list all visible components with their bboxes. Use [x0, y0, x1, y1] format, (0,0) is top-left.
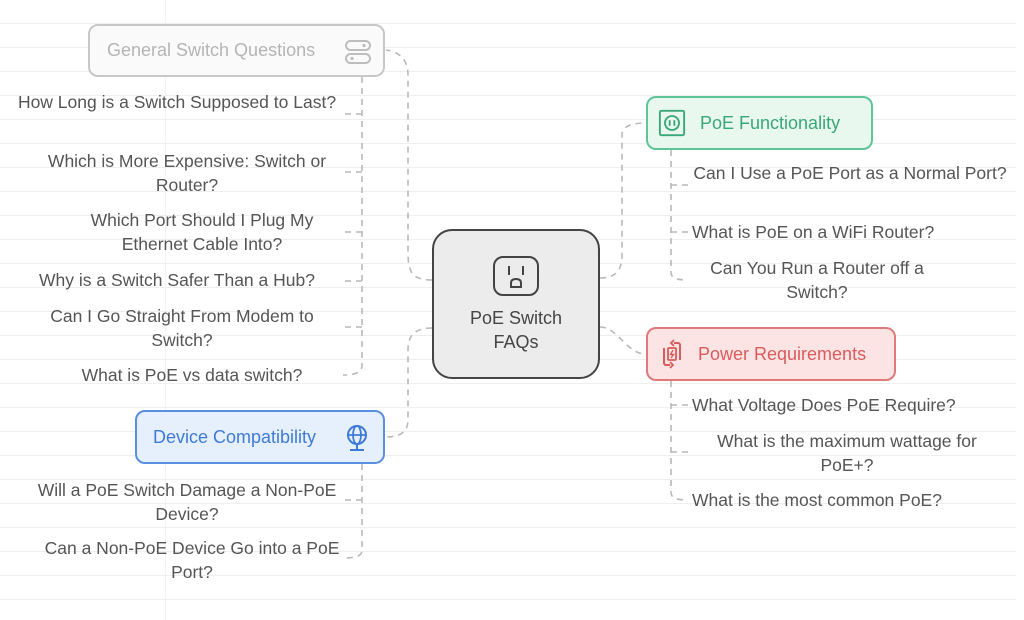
- toggle-switches-icon: [344, 38, 372, 66]
- branch-device-compatibility[interactable]: Device Compatibility: [135, 410, 385, 464]
- link-center-power: [599, 326, 647, 355]
- question-item[interactable]: Will a PoE Switch Damage a Non-PoE Devic…: [30, 478, 344, 526]
- branch-poe-functionality[interactable]: PoE Functionality: [646, 96, 873, 150]
- center-node[interactable]: PoE Switch FAQs: [432, 229, 600, 379]
- branch-label: Device Compatibility: [153, 426, 317, 447]
- question-item[interactable]: What is the most common PoE?: [692, 488, 992, 512]
- link-center-general: [385, 49, 433, 281]
- question-item[interactable]: What is the maximum wattage for PoE+?: [692, 429, 1002, 477]
- question-item[interactable]: Why is a Switch Safer Than a Hub?: [10, 268, 344, 292]
- link-device-trunk: [342, 464, 363, 559]
- branch-power-requirements[interactable]: Power Requirements: [646, 327, 896, 381]
- outlet-icon: [658, 109, 686, 137]
- link-poe-trunk: [670, 150, 689, 281]
- question-item[interactable]: Can I Go Straight From Modem to Switch?: [20, 304, 344, 352]
- link-center-poe: [599, 122, 647, 279]
- question-item[interactable]: What Voltage Does PoE Require?: [692, 393, 992, 417]
- center-title: PoE Switch FAQs: [469, 308, 563, 352]
- branch-general-switch-questions[interactable]: General Switch Questions: [88, 24, 385, 77]
- link-general-trunk: [342, 77, 363, 376]
- question-item[interactable]: Can a Non-PoE Device Go into a PoE Port?: [40, 536, 344, 584]
- link-center-device: [385, 327, 433, 438]
- link-power-trunk: [670, 381, 689, 501]
- question-item[interactable]: Can I Use a PoE Port as a Normal Port?: [692, 161, 1008, 185]
- globe-icon: [343, 424, 371, 452]
- battery-cycle-icon: [658, 339, 686, 369]
- question-item[interactable]: What is PoE on a WiFi Router?: [692, 220, 970, 244]
- branch-label: General Switch Questions: [107, 40, 316, 60]
- question-item[interactable]: Which is More Expensive: Switch or Route…: [30, 149, 344, 197]
- branch-label: Power Requirements: [698, 343, 867, 364]
- branch-label: PoE Functionality: [700, 112, 841, 133]
- question-item[interactable]: What is PoE vs data switch?: [40, 363, 344, 387]
- question-item[interactable]: Which Port Should I Plug My Ethernet Cab…: [60, 208, 344, 256]
- question-item[interactable]: Can You Run a Router off a Switch?: [692, 256, 942, 304]
- question-item[interactable]: How Long is a Switch Supposed to Last?: [10, 90, 344, 114]
- power-outlet-icon: [491, 254, 541, 298]
